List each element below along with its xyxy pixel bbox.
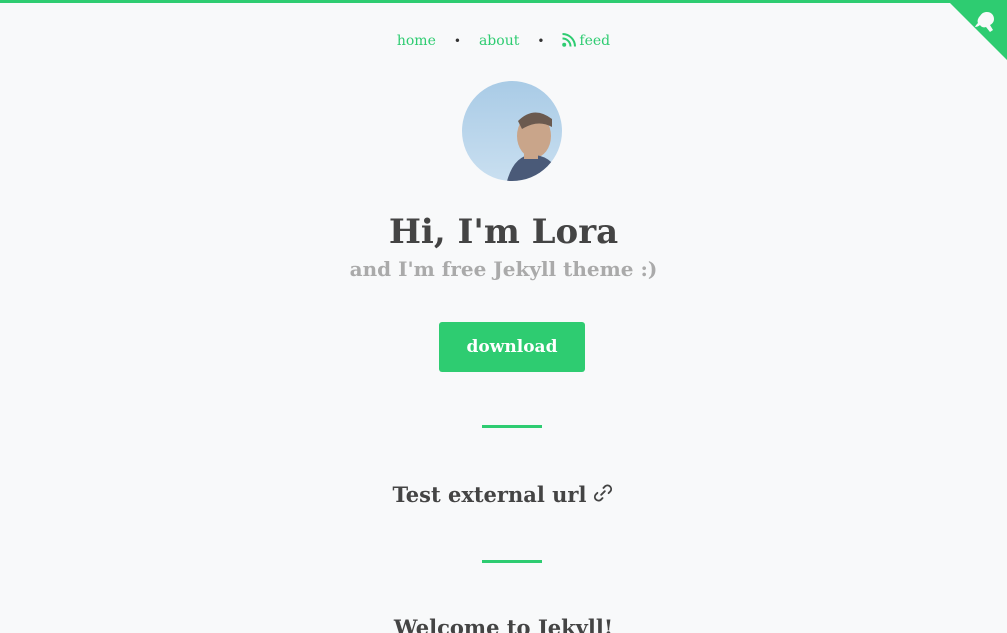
post-title: Welcome to Jekyll! [0,615,1007,633]
rss-icon [562,33,577,47]
nav-feed-link[interactable]: feed [562,33,610,49]
github-octocat-icon [947,0,1007,60]
nav-about-link[interactable]: about [479,33,519,49]
nav-separator: • [537,34,545,48]
post-title: Test external url [0,482,1007,507]
download-button[interactable]: download [439,322,585,372]
post-title-link[interactable]: Test external url [393,482,587,507]
hero-title: Hi, I'm Lora [388,212,619,252]
post-title-link[interactable]: Welcome to Jekyll! [394,615,613,633]
avatar [462,81,562,181]
hero-subtitle: and I'm free Jekyll theme :) [349,257,658,281]
link-icon [594,484,613,502]
nav-home-link[interactable]: home [397,33,436,49]
section-divider [482,560,542,563]
main-nav: home • about • feed [0,33,1007,49]
github-corner-link[interactable] [947,0,1007,60]
top-accent-bar [0,0,1007,3]
nav-feed-label: feed [579,33,611,49]
nav-separator: • [453,34,461,48]
section-divider [482,425,542,428]
post-title-text: Test external url [392,482,587,507]
